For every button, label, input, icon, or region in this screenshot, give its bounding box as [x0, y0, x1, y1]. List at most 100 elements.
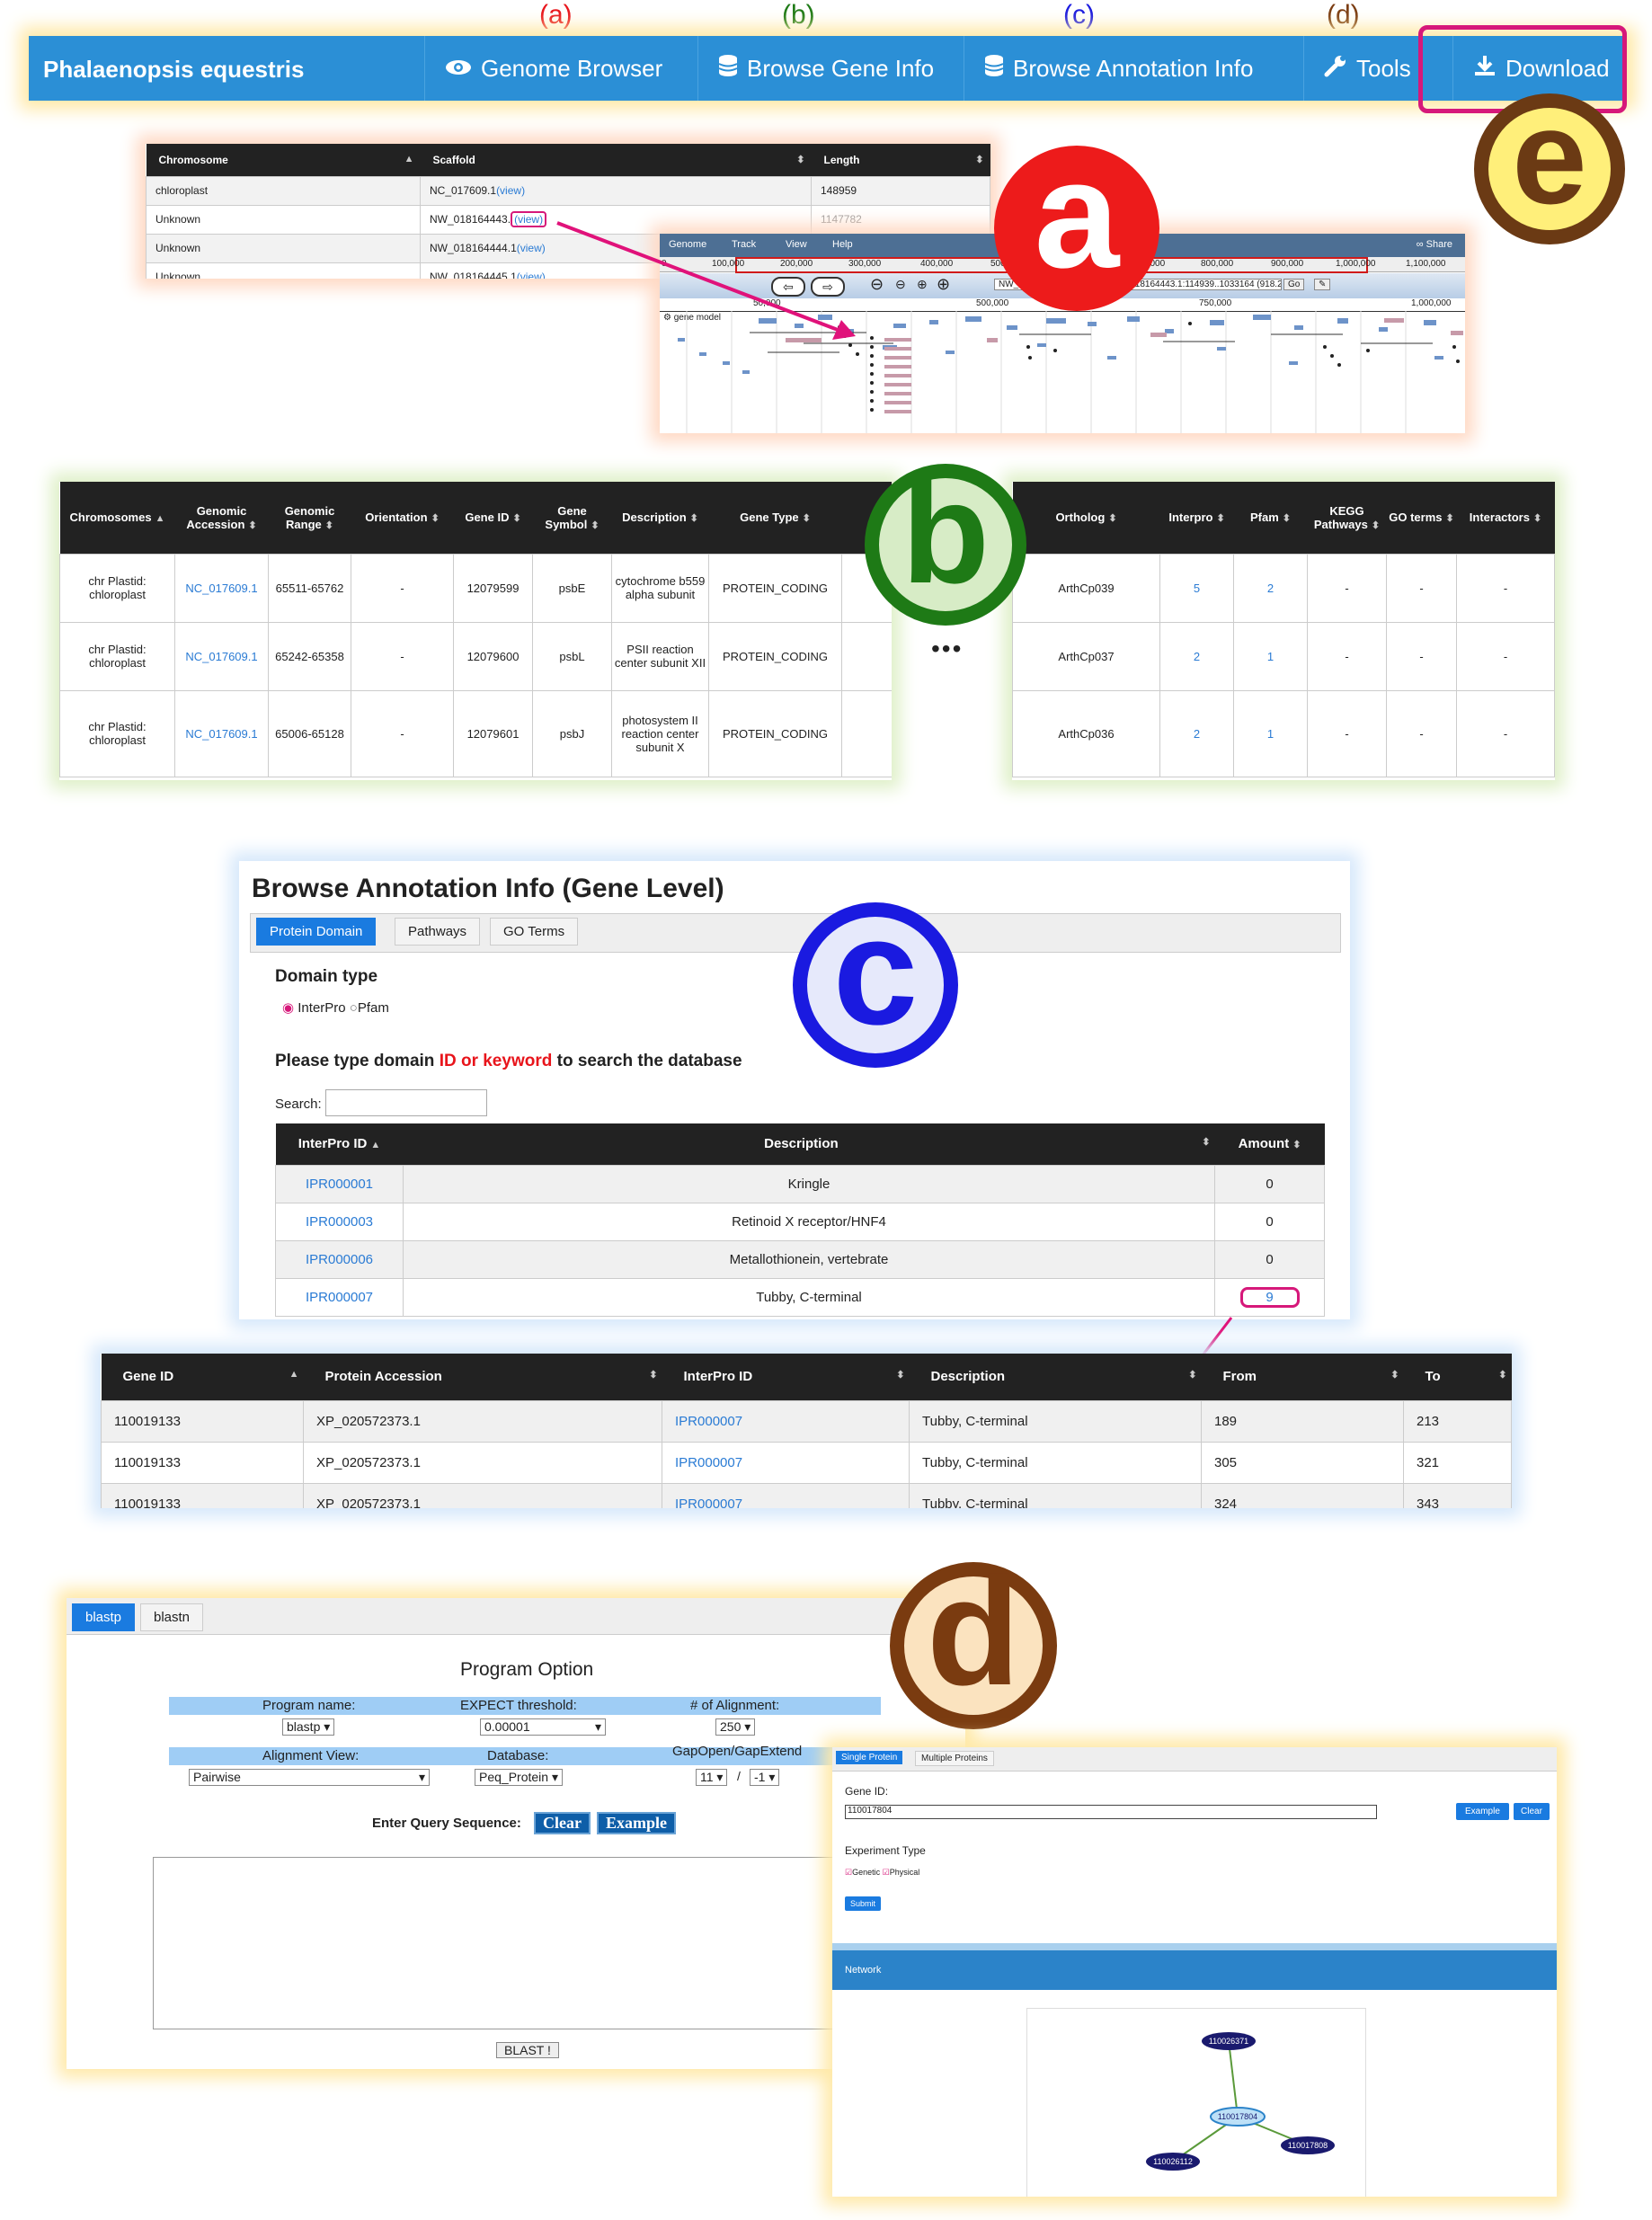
gap-open-select[interactable]: 11 ▾: [696, 1769, 728, 1786]
col-protein-accession[interactable]: Protein Accession ⬍: [303, 1354, 662, 1400]
site-brand[interactable]: Phalaenopsis equestris: [43, 56, 304, 84]
nav-label: Browse Gene Info: [747, 54, 935, 82]
col-gene-type[interactable]: Gene Type ⬍: [708, 482, 842, 554]
col-gene-id[interactable]: Gene ID ⬍: [453, 482, 533, 554]
tab-pathways[interactable]: Pathways: [395, 918, 481, 946]
interpro-count-link[interactable]: 2: [1159, 689, 1234, 777]
interpro-id-link[interactable]: IPR000007: [275, 1277, 404, 1317]
experiment-type-checks: ☑Genetic ☑Physical: [845, 1868, 920, 1877]
experiment-type-label: Experiment Type: [845, 1844, 926, 1857]
share-button[interactable]: ∞ Share: [1417, 239, 1452, 250]
interactor-clear-button[interactable]: Clear: [1514, 1803, 1550, 1820]
gap-extend-select[interactable]: -1 ▾: [750, 1769, 780, 1786]
nav-browse-gene-info[interactable]: Browse Gene Info: [697, 36, 979, 101]
columns-ellipsis: •••: [931, 635, 964, 662]
table-row: IPR000001 Kringle 0: [275, 1164, 1325, 1203]
col-go-terms[interactable]: GO terms ⬍: [1386, 482, 1457, 554]
col-length[interactable]: Length ⬍: [811, 144, 990, 176]
nav-genome-browser[interactable]: Genome Browser: [424, 36, 715, 101]
col-kegg-pathways[interactable]: KEGG Pathways ⬍: [1307, 482, 1387, 554]
interactor-example-button[interactable]: Example: [1456, 1803, 1509, 1820]
interpro-id-link[interactable]: IPR000007: [662, 1482, 910, 1508]
col-scaffold[interactable]: Scaffold ⬍: [420, 144, 812, 176]
interpro-id-link[interactable]: IPR000007: [662, 1399, 910, 1443]
tab-multiple-proteins[interactable]: Multiple Proteins: [915, 1751, 994, 1766]
col-ortholog[interactable]: Ortholog ⬍: [1012, 482, 1160, 554]
radio-pfam[interactable]: ○: [350, 1000, 358, 1016]
checkbox-physical[interactable]: ☑: [883, 1868, 890, 1877]
col-orientation[interactable]: Orientation ⬍: [351, 482, 454, 554]
zoom-in-icon[interactable]: ⊕: [937, 275, 950, 294]
network-node[interactable]: 110017808: [1281, 2136, 1335, 2154]
col-interpro-id[interactable]: InterPro ID ▲: [275, 1123, 404, 1165]
program-select[interactable]: blastp ▾: [282, 1718, 335, 1736]
pfam-count-link[interactable]: 1: [1233, 621, 1308, 691]
page-title: Browse Annotation Info (Gene Level): [252, 874, 724, 903]
tab-go-terms[interactable]: GO Terms: [490, 918, 579, 946]
nav-browse-annotation-info[interactable]: Browse Annotation Info: [964, 36, 1317, 101]
network-canvas[interactable]: 110026371 110017804 110026112 110017808: [1026, 2008, 1366, 2197]
arrow-view-to-browser: [556, 221, 856, 340]
col-chromosome[interactable]: Chromosome ▲: [146, 144, 421, 176]
highlight-icon[interactable]: ✎: [1314, 279, 1331, 290]
zoom-in-small-icon[interactable]: ⊕: [917, 277, 928, 292]
gene-info-table-right: Ortholog ⬍ Interpro ⬍ Pfam ⬍ KEGG Pathways ⬍…: [1012, 482, 1555, 780]
network-node-selected[interactable]: 110017804: [1210, 2107, 1266, 2127]
clear-button[interactable]: Clear: [534, 1812, 591, 1834]
example-button[interactable]: Example: [597, 1812, 677, 1834]
search-prompt: Please type domain ID or keyword to sear…: [275, 1052, 742, 1070]
col-interpro-id[interactable]: InterPro ID ⬍: [662, 1354, 910, 1400]
tab-protein-domain[interactable]: Protein Domain: [256, 918, 377, 946]
database-select[interactable]: Peq_Protein ▾: [475, 1769, 563, 1786]
go-button[interactable]: Go: [1283, 279, 1305, 290]
col-from[interactable]: From ⬍: [1201, 1354, 1404, 1400]
col-to[interactable]: To ⬍: [1403, 1354, 1512, 1400]
checkbox-genetic[interactable]: ☑: [845, 1868, 852, 1877]
col-interactors[interactable]: Interactors ⬍: [1456, 482, 1555, 554]
accession-link[interactable]: NC_017609.1: [174, 689, 269, 777]
interpro-id-link[interactable]: IPR000006: [275, 1239, 404, 1279]
interpro-count-link[interactable]: 5: [1159, 553, 1234, 623]
interpro-id-link[interactable]: IPR000007: [662, 1441, 910, 1484]
domain-hits-panel: Gene ID ▲ Protein Accession ⬍ InterPro ID ⬍…: [101, 1354, 1512, 1508]
view-link[interactable]: (view): [496, 184, 525, 197]
expect-select[interactable]: 0.00001 ▾: [480, 1718, 606, 1736]
interpro-id-link[interactable]: IPR000003: [275, 1202, 404, 1241]
col-interpro[interactable]: Interpro ⬍: [1159, 482, 1234, 554]
blast-submit-button[interactable]: BLAST !: [496, 2042, 559, 2058]
col-description[interactable]: Description ⬍: [611, 482, 709, 554]
alignment-count-select[interactable]: 250 ▾: [715, 1718, 756, 1736]
network-node[interactable]: 110026112: [1146, 2153, 1200, 2171]
interpro-count-link[interactable]: 2: [1159, 621, 1234, 691]
col-amount[interactable]: Amount ⬍: [1214, 1123, 1325, 1165]
interpro-id-link[interactable]: IPR000001: [275, 1164, 404, 1203]
search-input[interactable]: [325, 1089, 487, 1116]
domain-type-radios: ◉ InterPro ○Pfam: [282, 1000, 389, 1016]
accession-link[interactable]: NC_017609.1: [174, 553, 269, 623]
col-gene-symbol[interactable]: Gene Symbol ⬍: [532, 482, 612, 554]
pfam-count-link[interactable]: 1: [1233, 689, 1308, 777]
network-graph: 110026371 110017804 110026112 110017808: [1146, 2032, 1335, 2171]
tab-blastp[interactable]: blastp: [72, 1603, 136, 1631]
col-genomic-range[interactable]: Genomic Range ⬍: [268, 482, 351, 554]
alignment-view-select[interactable]: Pairwise ▾: [189, 1769, 430, 1786]
query-sequence-textarea[interactable]: [153, 1857, 946, 2029]
accession-link[interactable]: NC_017609.1: [174, 621, 269, 691]
amount-link-highlighted[interactable]: 9: [1239, 1286, 1300, 1308]
network-node[interactable]: 110026371: [1202, 2032, 1256, 2050]
tab-blastn[interactable]: blastn: [140, 1603, 204, 1631]
col-pfam[interactable]: Pfam ⬍: [1233, 482, 1308, 554]
col-description[interactable]: Description ⬍: [909, 1354, 1202, 1400]
col-chromosomes[interactable]: Chromosomes ▲: [59, 482, 175, 554]
network-header: Network: [832, 1943, 1557, 1990]
gene-id-input[interactable]: 110017804: [845, 1805, 1377, 1819]
tab-single-protein[interactable]: Single Protein: [836, 1751, 903, 1764]
radio-interpro[interactable]: ◉: [282, 1000, 294, 1016]
col-description[interactable]: Description ⬍: [403, 1123, 1215, 1165]
pfam-count-link[interactable]: 2: [1233, 553, 1308, 623]
label-c: (c): [1063, 0, 1095, 30]
col-genomic-accession[interactable]: Genomic Accession ⬍: [174, 482, 269, 554]
col-gene-id[interactable]: Gene ID ▲: [101, 1354, 304, 1400]
interactor-submit-button[interactable]: Submit: [845, 1896, 882, 1911]
table-row: chr Plastid: chloroplast NC_017609.1 650…: [59, 689, 892, 777]
